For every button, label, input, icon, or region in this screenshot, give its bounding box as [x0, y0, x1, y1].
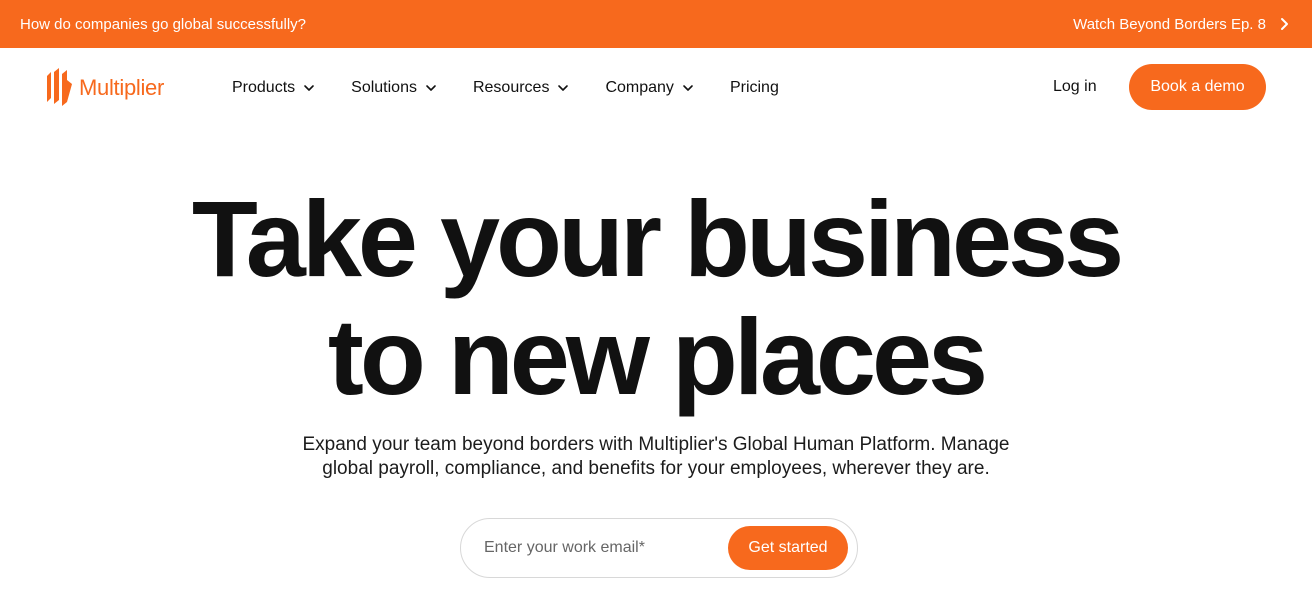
nav-item-products[interactable]: Products	[232, 74, 315, 102]
announcement-bar: How do companies go global successfully?…	[0, 0, 1312, 48]
nav-item-label: Products	[232, 79, 296, 96]
hero-title-line-1: Take your business	[191, 178, 1124, 299]
nav-item-company[interactable]: Company	[605, 74, 693, 102]
main-nav: Products Solutions Resources Company Pri…	[232, 74, 815, 102]
work-email-input[interactable]	[484, 539, 728, 557]
email-signup-form: Get started	[460, 518, 858, 578]
hero-subtitle-line-1: Expand your team beyond borders with Mul…	[302, 434, 1010, 455]
nav-item-label: Resources	[472, 79, 550, 96]
logo[interactable]: Multiplier	[45, 68, 164, 108]
chevron-right-icon	[1281, 18, 1288, 30]
login-link[interactable]: Log in	[1053, 78, 1097, 96]
hero-subtitle-line-2: global payroll, compliance, and benefits…	[322, 458, 990, 479]
nav-item-resources[interactable]: Resources	[473, 74, 569, 102]
announcement-right-label: Watch Beyond Borders Ep. 8	[1073, 15, 1266, 33]
chevron-down-icon	[426, 85, 436, 91]
nav-item-label: Company	[605, 79, 674, 96]
chevron-down-icon	[683, 85, 693, 91]
hero-title-line-2: to new places	[327, 296, 988, 417]
book-demo-button[interactable]: Book a demo	[1129, 64, 1266, 110]
hero-title: Take your business to new places	[0, 180, 1312, 416]
announcement-right-link[interactable]: Watch Beyond Borders Ep. 8	[1073, 16, 1292, 33]
nav-item-label: Solutions	[351, 79, 417, 96]
site-header: Multiplier Products Solutions Resources …	[0, 48, 1312, 128]
logo-text: Multiplier	[79, 75, 165, 100]
multiplier-logo-icon	[47, 68, 72, 106]
announcement-left-link[interactable]: How do companies go global successfully?	[20, 16, 306, 33]
nav-item-pricing[interactable]: Pricing	[730, 74, 779, 102]
nav-item-solutions[interactable]: Solutions	[351, 74, 437, 102]
chevron-down-icon	[304, 85, 314, 91]
nav-item-label: Pricing	[729, 79, 779, 96]
hero-subtitle: Expand your team beyond borders with Mul…	[270, 433, 1042, 481]
chevron-down-icon	[558, 85, 569, 91]
get-started-button[interactable]: Get started	[728, 526, 848, 570]
